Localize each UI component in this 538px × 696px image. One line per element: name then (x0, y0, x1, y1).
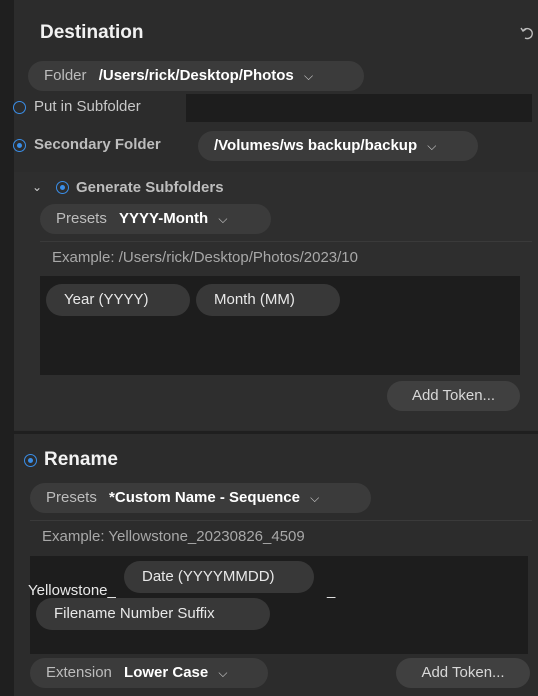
undo-arrow-icon[interactable] (520, 26, 534, 40)
secondary-folder-dropdown[interactable]: /Volumes/ws backup/backup ⌵ (198, 131, 478, 161)
generate-subfolders-radio[interactable] (56, 181, 69, 194)
chevron-down-icon: ⌵ (427, 139, 437, 153)
presets-value: *Custom Name - Sequence (109, 489, 300, 506)
presets-label: Presets (56, 210, 107, 227)
add-token-button[interactable]: Add Token... (387, 381, 520, 411)
extension-label: Extension (46, 664, 112, 681)
rename-title: Rename (44, 449, 118, 470)
divider (30, 520, 532, 521)
destination-title: Destination (40, 22, 144, 43)
rename-text-prefix[interactable]: Yellowstone_ (28, 582, 116, 599)
rename-token-field[interactable]: Yellowstone_ Date (YYYYMMDD) _ Filename … (28, 556, 528, 654)
presets-value: YYYY-Month (119, 210, 209, 227)
rename-radio[interactable] (24, 454, 37, 467)
rename-example: Example: Yellowstone_20230826_4509 (42, 528, 305, 545)
extension-dropdown[interactable]: Extension Lower Case ⌵ (30, 658, 268, 688)
secondary-folder-label: Secondary Folder (34, 136, 161, 153)
folder-value: /Users/rick/Desktop/Photos (98, 67, 294, 84)
generate-subfolders-label: Generate Subfolders (76, 179, 224, 196)
subfolder-presets-dropdown[interactable]: Presets YYYY-Month ⌵ (40, 204, 271, 234)
rename-text-separator[interactable]: _ (327, 582, 335, 599)
extension-value: Lower Case (124, 664, 209, 681)
rename-panel: Rename Presets *Custom Name - Sequence ⌵… (14, 434, 538, 696)
chevron-down-icon: ⌵ (218, 212, 228, 226)
chevron-down-icon: ⌵ (310, 491, 320, 505)
put-in-subfolder-label: Put in Subfolder (34, 98, 141, 115)
subfolder-name-input[interactable] (186, 94, 532, 122)
chevron-down-icon: ⌵ (303, 69, 314, 83)
token-month[interactable]: Month (MM) (196, 284, 340, 316)
divider (40, 241, 532, 242)
destination-panel: Destination Folder /Users/rick/Desktop/P… (13, 0, 538, 431)
subfolder-token-field[interactable]: Year (YYYY) Month (MM) (40, 276, 520, 375)
token-date[interactable]: Date (YYYYMMDD) (124, 561, 314, 593)
subfolder-example: Example: /Users/rick/Desktop/Photos/2023… (52, 249, 358, 266)
chevron-down-icon[interactable]: ⌄ (32, 180, 42, 194)
add-token-button[interactable]: Add Token... (396, 658, 530, 688)
folder-dropdown[interactable]: Folder /Users/rick/Desktop/Photos ⌵ (28, 61, 364, 91)
secondary-folder-value: /Volumes/ws backup/backup (214, 137, 418, 154)
folder-label: Folder (44, 67, 87, 84)
rename-presets-dropdown[interactable]: Presets *Custom Name - Sequence ⌵ (30, 483, 371, 513)
presets-label: Presets (46, 489, 97, 506)
token-filename-number-suffix[interactable]: Filename Number Suffix (36, 598, 270, 630)
chevron-down-icon: ⌵ (218, 666, 228, 680)
secondary-folder-radio[interactable] (13, 139, 26, 152)
put-in-subfolder-radio[interactable] (13, 101, 26, 114)
token-year[interactable]: Year (YYYY) (46, 284, 190, 316)
